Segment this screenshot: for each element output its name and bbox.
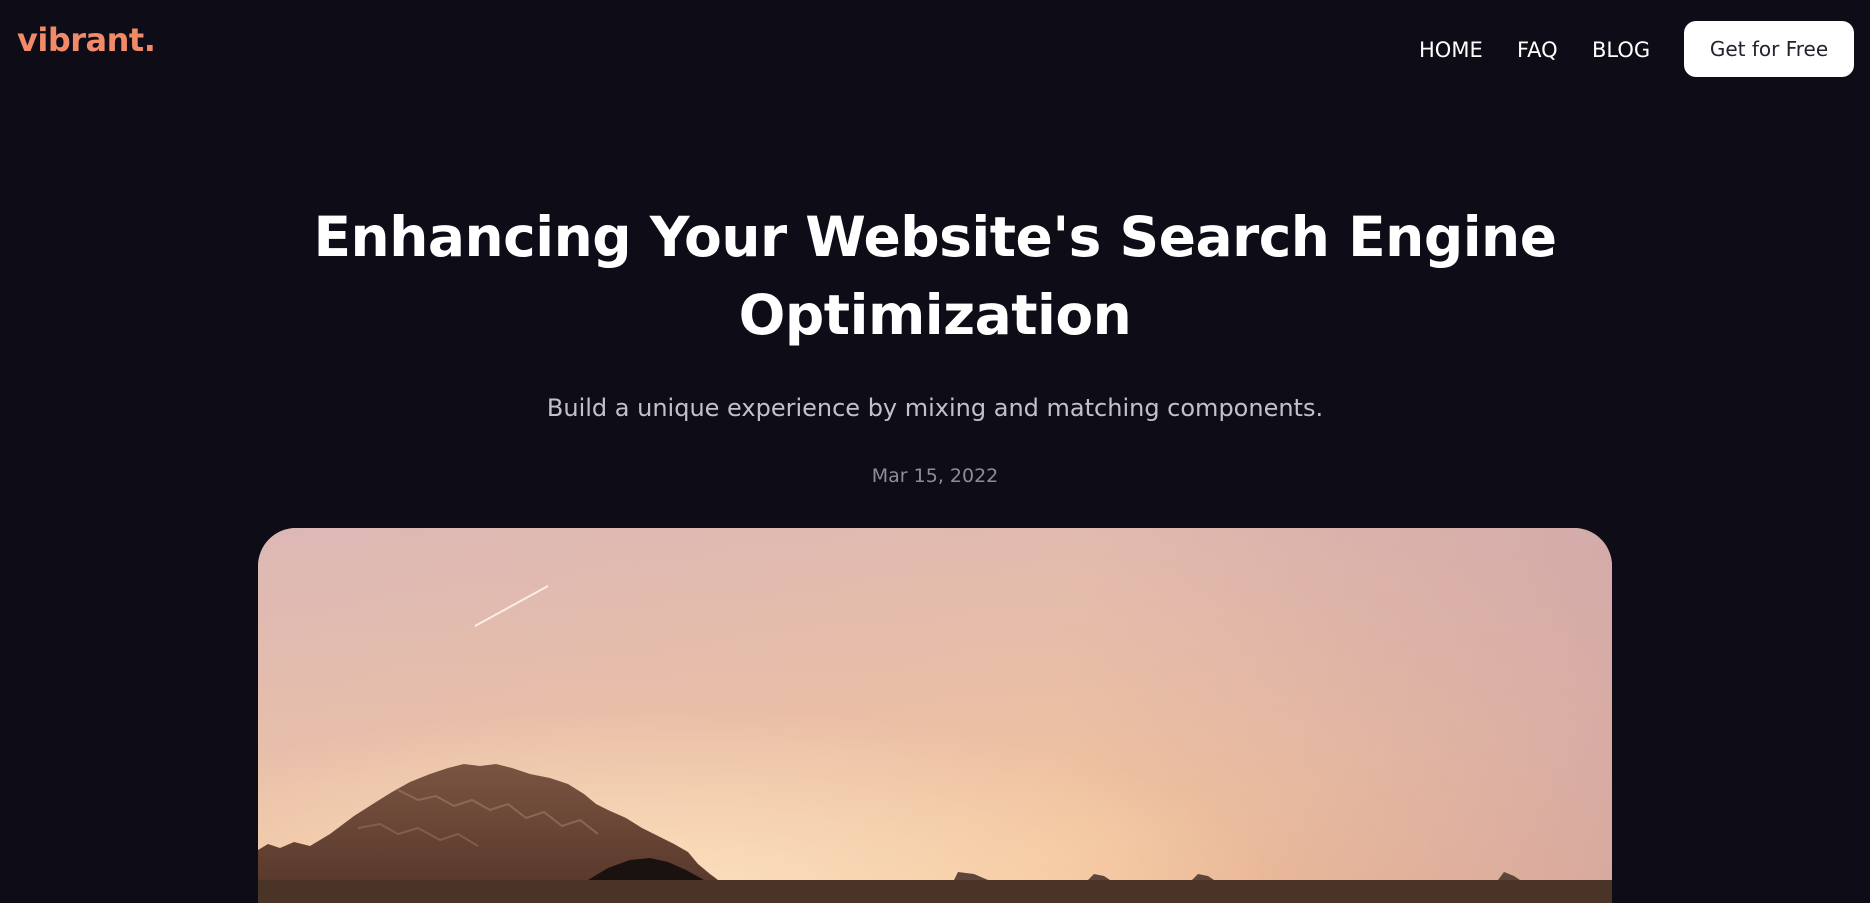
site-header: vibrant. HOME FAQ BLOG Get for Free [0,0,1870,96]
blog-post-page: vibrant. HOME FAQ BLOG Get for Free Enha… [0,0,1870,903]
nav-link-home[interactable]: HOME [1419,36,1483,64]
hero-image-mountain-sunset [258,528,1612,903]
post-subtitle: Build a unique experience by mixing and … [546,394,1324,422]
post-date: Mar 15, 2022 [871,465,999,487]
get-for-free-button[interactable]: Get for Free [1684,21,1854,77]
nav-link-blog[interactable]: BLOG [1592,36,1650,64]
nav-link-faq[interactable]: FAQ [1517,36,1558,64]
site-logo[interactable]: vibrant. [17,24,156,56]
post-title: Enhancing Your Website's Search Engine O… [313,205,1557,347]
browser-viewport: vibrant. HOME FAQ BLOG Get for Free Enha… [0,0,1870,904]
